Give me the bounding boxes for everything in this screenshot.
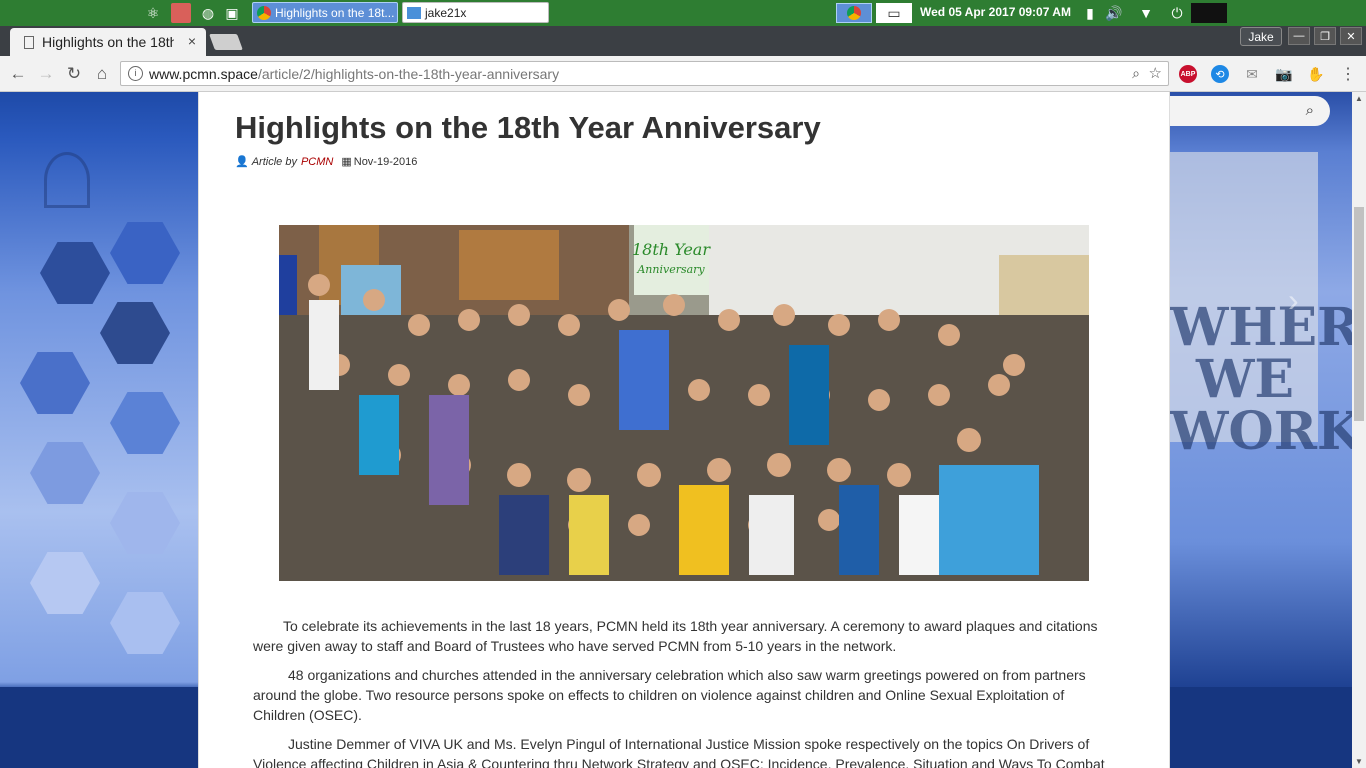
new-tab-button[interactable]	[209, 34, 243, 50]
browser-tab[interactable]: Highlights on the 18th Year Anniversary …	[10, 28, 206, 56]
hexagon-decoration	[110, 492, 180, 554]
wifi-icon[interactable]: ▼	[1136, 3, 1156, 23]
info-icon[interactable]: i	[128, 66, 143, 81]
tab-title: Highlights on the 18th Year Anniversary	[42, 34, 174, 50]
reload-icon[interactable]: ↻	[64, 64, 84, 84]
chrome-icon[interactable]	[836, 3, 872, 23]
article-paragraph: 48 organizations and churches attended i…	[253, 667, 1086, 723]
window-icon[interactable]: ▣	[222, 3, 242, 23]
group-photo: 18th Year Anniversary	[279, 225, 1089, 581]
site-search-bar[interactable]: ⌕	[1168, 96, 1330, 126]
url-path: /article/2/highlights-on-the-18th-year-a…	[257, 65, 560, 82]
search-icon[interactable]: ⌕	[1306, 102, 1314, 119]
globe-icon[interactable]: ◍	[198, 3, 218, 23]
taskbar-task-chrome[interactable]: Highlights on the 18t...	[252, 2, 398, 23]
atom-icon[interactable]: ⚛	[143, 3, 163, 23]
extension-blue-icon[interactable]: ⟲	[1211, 65, 1229, 83]
user-icon: 👤	[235, 156, 249, 168]
browser-toolbar: ← → ↻ ⌂ i www.pcmn.space/article/2/highl…	[0, 56, 1366, 92]
system-taskbar: ⚛ ◍ ▣ Highlights on the 18t... jake21x ▭…	[0, 0, 1366, 26]
article-paragraph: Justine Demmer of VIVA UK and Ms. Evelyn…	[253, 736, 1105, 768]
banner-word: WE	[1195, 349, 1295, 410]
page-icon	[24, 35, 34, 49]
bookmark-star-icon[interactable]: ☆	[1149, 64, 1162, 82]
url-host: www.pcmn.space	[149, 65, 258, 82]
organization-logo	[14, 152, 194, 212]
folder-icon[interactable]	[171, 3, 191, 23]
banner-title: 18th Year	[632, 240, 711, 259]
banner-word: WORK	[1170, 401, 1352, 462]
article-paragraph: To celebrate its achievements in the las…	[253, 618, 1098, 654]
article-date: Nov-19-2016	[353, 155, 418, 168]
screen-icon[interactable]: ▭	[876, 3, 912, 23]
calendar-icon: ▦	[341, 156, 352, 168]
home-icon[interactable]: ⌂	[92, 64, 112, 84]
hexagon-decoration	[40, 242, 110, 304]
author-link[interactable]: PCMN	[301, 156, 333, 168]
extension-hand-icon[interactable]: ✋	[1307, 65, 1325, 83]
hexagon-decoration	[30, 442, 100, 504]
profile-button[interactable]: Jake	[1240, 27, 1282, 46]
browser-tab-strip: Highlights on the 18th Year Anniversary …	[0, 26, 1366, 56]
taskbar-task-label: jake21x	[425, 5, 467, 20]
page-scrollbar[interactable]: ▲ ▼	[1352, 92, 1366, 768]
zoom-icon[interactable]: ⌕	[1132, 65, 1140, 82]
footer-band	[0, 687, 198, 768]
system-clock[interactable]: Wed 05 Apr 2017 09:07 AM	[920, 5, 1071, 19]
abp-icon[interactable]: ABP	[1179, 65, 1197, 83]
hexagon-decoration	[100, 302, 170, 364]
hexagon-decoration	[110, 592, 180, 654]
footer-band	[1168, 687, 1352, 768]
taskbar-task-label: Highlights on the 18t...	[275, 5, 395, 20]
where-we-work-banner: WHERE WE WORK	[1170, 302, 1352, 458]
scroll-up-icon[interactable]: ▲	[1355, 94, 1363, 103]
chrome-icon	[257, 5, 271, 20]
hexagon-decoration	[30, 552, 100, 614]
address-bar[interactable]: i www.pcmn.space/article/2/highlights-on…	[120, 61, 1169, 86]
article-body: To celebrate its achievements in the las…	[253, 616, 1113, 768]
article-panel: Highlights on the 18th Year Anniversary …	[198, 92, 1170, 768]
close-tab-icon[interactable]: ×	[188, 33, 196, 49]
power-icon[interactable]: ⏻	[1167, 3, 1187, 23]
hexagon-decoration	[20, 352, 90, 414]
extension-envelope-icon[interactable]: ✉	[1243, 65, 1261, 83]
group-photo-illustration: 18th Year Anniversary	[279, 225, 1089, 581]
byline-prefix: Article by	[251, 155, 297, 168]
page-viewport: ⌕ WHERE WE WORK › Highlights on the 18th…	[0, 92, 1352, 768]
folder-icon	[407, 6, 421, 19]
taskbar-task-folder[interactable]: jake21x	[402, 2, 549, 23]
camera-icon[interactable]: 📷	[1275, 65, 1293, 83]
restore-icon[interactable]: ❐	[1314, 27, 1336, 45]
banner-subtitle: Anniversary	[636, 263, 705, 276]
cpu-graph-icon	[1191, 3, 1227, 23]
back-icon[interactable]: ←	[8, 64, 28, 84]
hexagon-decoration	[110, 392, 180, 454]
article-meta: 👤 Article by PCMN ▦ Nov-19-2016	[235, 155, 418, 169]
forward-icon[interactable]: →	[36, 64, 56, 84]
hexagon-decoration	[110, 222, 180, 284]
close-window-icon[interactable]: ✕	[1340, 27, 1362, 45]
scrollbar-thumb[interactable]	[1354, 207, 1364, 421]
chevron-right-icon[interactable]: ›	[1288, 282, 1299, 319]
menu-icon[interactable]: ⋮	[1339, 65, 1357, 83]
article-title: Highlights on the 18th Year Anniversary	[235, 110, 821, 145]
volume-icon[interactable]: 🔊	[1104, 3, 1124, 23]
background-left-panel	[0, 92, 198, 768]
minimize-icon[interactable]: —	[1288, 27, 1310, 45]
battery-icon[interactable]: ▮	[1080, 3, 1100, 23]
scroll-down-icon[interactable]: ▼	[1355, 757, 1363, 766]
